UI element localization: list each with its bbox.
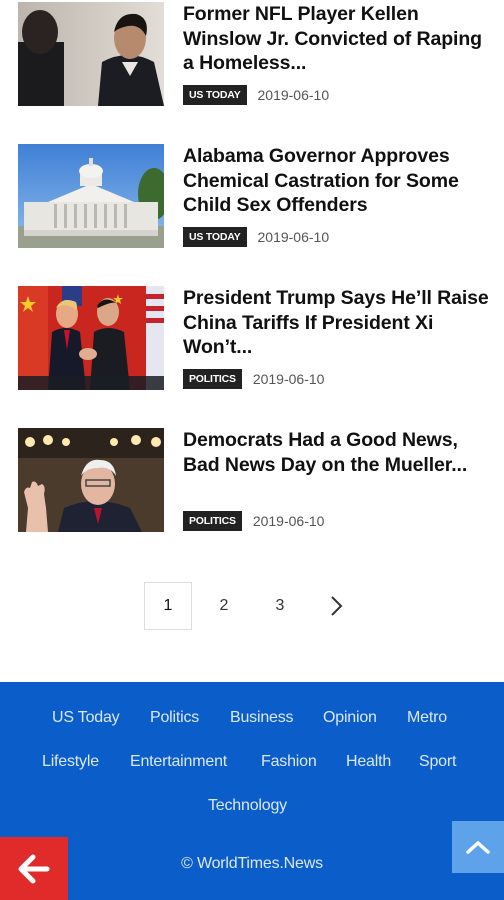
footer-link-health[interactable]: Health (346, 753, 391, 771)
footer-link-lifestyle[interactable]: Lifestyle (42, 753, 99, 771)
site-footer: US Today Politics Business Opinion Metro… (0, 682, 504, 900)
footer-link-entertainment[interactable]: Entertainment (130, 753, 227, 771)
page-3-button[interactable]: 3 (256, 582, 304, 630)
article-item[interactable]: Democrats Had a Good News, Bad News Day … (18, 428, 490, 532)
page-1-button[interactable]: 1 (144, 582, 192, 630)
article-thumbnail[interactable] (18, 144, 164, 248)
next-page-button[interactable] (312, 582, 360, 630)
category-badge[interactable]: POLITICS (183, 511, 242, 531)
article-headline[interactable]: Democrats Had a Good News, Bad News Day … (183, 428, 493, 477)
article-headline[interactable]: Former NFL Player Kellen Winslow Jr. Con… (183, 2, 493, 76)
article-thumbnail[interactable] (18, 428, 164, 532)
man-in-suit-photo (18, 2, 164, 106)
article-thumbnail[interactable] (18, 286, 164, 390)
chevron-up-icon (466, 841, 490, 854)
footer-link-technology[interactable]: Technology (208, 797, 287, 815)
copyright-text: © WorldTimes.News (181, 855, 323, 872)
footer-link-sport[interactable]: Sport (419, 753, 456, 771)
article-item[interactable]: President Trump Says He’ll Raise China T… (18, 286, 490, 390)
handshake-flags-photo (18, 286, 164, 390)
article-item[interactable]: Alabama Governor Approves Chemical Castr… (18, 144, 490, 248)
article-date: 2019-06-10 (252, 513, 325, 529)
article-headline[interactable]: Alabama Governor Approves Chemical Castr… (183, 144, 493, 218)
page-2-button[interactable]: 2 (200, 582, 248, 630)
capitol-building-photo (18, 144, 164, 248)
article-date: 2019-06-10 (252, 371, 325, 387)
footer-link-metro[interactable]: Metro (407, 709, 447, 727)
article-meta: US TODAY 2019-06-10 (183, 227, 329, 247)
footer-link-opinion[interactable]: Opinion (323, 709, 377, 727)
category-badge[interactable]: US TODAY (183, 85, 247, 105)
footer-link-business[interactable]: Business (230, 709, 294, 727)
article-date: 2019-06-10 (257, 87, 330, 103)
footer-link-us-today[interactable]: US Today (52, 709, 120, 727)
category-badge[interactable]: POLITICS (183, 369, 242, 389)
scroll-to-top-button[interactable] (452, 821, 504, 873)
article-meta: POLITICS 2019-06-10 (183, 369, 324, 389)
article-thumbnail[interactable] (18, 2, 164, 106)
category-badge[interactable]: US TODAY (183, 227, 247, 247)
article-meta: US TODAY 2019-06-10 (183, 85, 329, 105)
arrow-left-icon (18, 854, 50, 883)
man-raising-hand-photo (18, 428, 164, 532)
article-meta: POLITICS 2019-06-10 (183, 511, 324, 531)
article-date: 2019-06-10 (257, 229, 330, 245)
article-headline[interactable]: President Trump Says He’ll Raise China T… (183, 286, 493, 360)
footer-link-fashion[interactable]: Fashion (261, 753, 317, 771)
chevron-right-icon (331, 596, 343, 616)
footer-link-politics[interactable]: Politics (150, 709, 199, 727)
back-button[interactable] (0, 837, 68, 900)
article-item[interactable]: Former NFL Player Kellen Winslow Jr. Con… (18, 2, 490, 106)
pagination: 1 2 3 (0, 582, 504, 630)
